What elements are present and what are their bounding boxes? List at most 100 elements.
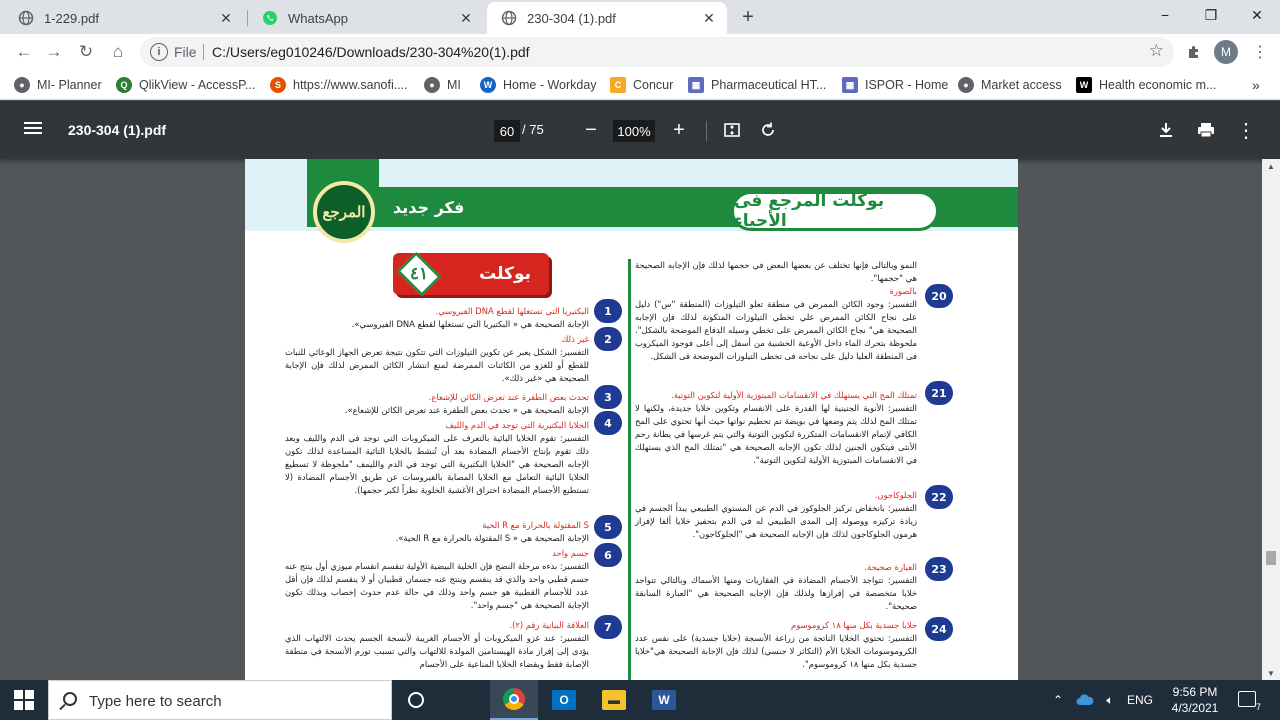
answer-heading: خلايا جسدية بكل منها ١٨ كروموسوم [791,620,917,630]
print-icon[interactable] [1193,117,1219,143]
search-icon [63,692,77,706]
input-language[interactable]: ENG [1124,680,1156,720]
tab-title: 230-304 (1).pdf [527,10,616,26]
answer-heading: العلاقة البيانية رقم (٢). [509,620,589,630]
restore-button[interactable]: ❐ [1188,0,1234,30]
answer-heading: الجلوكاجون. [874,490,917,500]
close-tab-icon[interactable]: ✕ [214,6,238,30]
task-view-button[interactable] [392,680,440,720]
reload-button[interactable]: ↻ [72,38,100,66]
bookmark-qlikview[interactable]: Q QlikView - AccessP... [116,76,255,94]
answer-explanation: الإجابة الصحيحة هي « تحدث بعض الطفرة عند… [344,405,589,415]
bookmark-workday[interactable]: W Home - Workday [480,76,597,94]
word-taskbar-button[interactable]: W [640,680,688,720]
info-icon[interactable]: i [150,43,168,61]
chrome-taskbar-button[interactable] [490,680,538,720]
bookmark-label: https://www.sanofi.... [293,78,408,92]
system-clock[interactable]: 9:56 PM 4/3/2021 [1160,684,1230,716]
file-explorer-taskbar-button[interactable]: ▬ [590,680,638,720]
home-button[interactable]: ⌂ [104,38,132,66]
answer-heading: بالصورة [889,286,917,296]
answer-1: البكتيريا التي تستغلها لقطع DNA الفيروسي… [285,305,589,331]
bookmarks-overflow-button[interactable]: » [1252,76,1260,94]
question-number-badge: 20 [925,284,953,308]
answer-6: جسم واحد التفسير: بدءه مرحلة النضج فإن ا… [285,547,589,612]
bookmarks-bar: ● MI- Planner Q QlikView - AccessP... Shtt… [0,70,1280,100]
tab-1-229-pdf[interactable]: 1-229.pdf ✕ [4,2,244,34]
vertical-scrollbar[interactable]: ▲ ▼ [1262,159,1280,680]
bookmark-label: Concur [633,78,674,92]
booklet-number: ٤١ [409,264,429,283]
tab-230-304-pdf[interactable]: 230-304 (1).pdf ✕ [487,2,727,34]
extensions-puzzle-icon[interactable] [1182,40,1206,64]
new-tab-button[interactable]: + [736,5,760,29]
fit-page-icon[interactable] [719,117,745,143]
grid-icon: ▦ [842,77,858,93]
answer-heading: S المقتولة بالحرارة مع R الحية [482,520,589,530]
answer-explanation: التفسير: بدءه مرحلة النضج فإن الخلية الب… [285,561,589,610]
page-number-input[interactable]: 60 [494,120,520,142]
search-placeholder: Type here to search [89,693,222,710]
bookmark-market-access[interactable]: ● Market access [958,76,1062,94]
scroll-up-icon[interactable]: ▲ [1262,159,1280,173]
forward-button[interactable]: → [40,38,68,66]
taskbar-search[interactable]: Type here to search [48,680,392,720]
header-left-title: فكر جديد [393,198,465,217]
url-text[interactable]: C:/Users/eg010246/Downloads/230-304%20(1… [212,44,530,60]
download-icon[interactable] [1153,117,1179,143]
column-divider [628,259,631,680]
question-number-badge: 22 [925,485,953,509]
rotate-icon[interactable] [755,117,781,143]
close-window-button[interactable]: ✕ [1234,0,1280,30]
bookmark-label: MI- Planner [37,78,102,92]
onedrive-cloud-icon[interactable] [1074,680,1096,720]
question-number-badge: 24 [925,617,953,641]
zoom-level-input[interactable]: 100% [613,120,655,142]
globe-icon [18,10,34,26]
concur-icon: C [610,77,626,93]
tab-whatsapp[interactable]: WhatsApp ✕ [248,2,484,34]
bookmark-label: Health economic m... [1099,78,1217,92]
scroll-thumb[interactable] [1266,551,1276,565]
bookmark-sanofi[interactable]: Shttps://www.sanofi.... [270,76,408,94]
word-icon: W [652,690,676,710]
notification-center-icon[interactable]: 7 [1238,691,1261,712]
scroll-down-icon[interactable]: ▼ [1262,666,1280,680]
bookmark-mi[interactable]: ● MI [424,76,461,94]
bookmark-concur[interactable]: C Concur [610,76,673,94]
avatar[interactable]: M [1214,40,1238,64]
globe-icon: ● [424,77,440,93]
answer-explanation: التفسير: الأنوية الجنينية لها القدرة على… [635,403,917,465]
minimize-button[interactable]: − [1142,0,1188,30]
w-icon: W [1076,77,1092,93]
globe-icon: ● [958,77,974,93]
bookmark-health-economic[interactable]: W Health economic m... [1076,76,1216,94]
windows-start-icon[interactable] [14,690,34,710]
pdf-page: المرجع فكر جديد بوكلت المرجع فى الأحياء … [245,159,1018,680]
zoom-out-button[interactable]: − [578,117,604,143]
bookmark-label: Pharmaceutical HT... [711,78,827,92]
answer-explanation: التفسير: عند غزو الميكروبات أو الأجسام ا… [285,633,589,669]
more-menu-icon[interactable]: ⋮ [1248,40,1272,64]
sanofi-icon: S [270,77,286,93]
answer-explanation: التفسير: بانخفاض تركيز الجلوكوز في الدم … [635,503,917,539]
zoom-in-button[interactable]: + [666,117,692,143]
bookmark-mi-planner[interactable]: ● MI- Planner [14,76,102,94]
back-button[interactable]: ← [10,38,38,66]
address-bar[interactable]: i File C:/Users/eg010246/Downloads/230-3… [140,37,1174,67]
bookmark-ispor[interactable]: ▦ ISPOR - Home [842,76,948,94]
volume-icon[interactable]: 🔈︎ [1100,680,1120,720]
answer-23: العبارة صحيحة. التفسير: تتواجد الأجسام ا… [635,561,917,613]
question-number-badge: 2 [594,327,622,351]
menu-icon[interactable] [24,120,42,138]
show-hidden-icons-chevron[interactable]: ⌃ [1048,680,1068,720]
close-tab-icon[interactable]: ✕ [454,6,478,30]
outlook-taskbar-button[interactable]: O [540,680,588,720]
bookmark-pharmaceutical[interactable]: ▦ Pharmaceutical HT... [688,76,826,94]
header-right-title: بوكلت المرجع فى الأحياء [731,191,939,231]
more-options-icon[interactable]: ⋮ [1233,117,1259,143]
question-number-badge: 23 [925,557,953,581]
whatsapp-icon [262,10,278,26]
bookmark-star-icon[interactable]: ☆ [1149,41,1164,61]
close-tab-icon[interactable]: ✕ [697,6,721,30]
